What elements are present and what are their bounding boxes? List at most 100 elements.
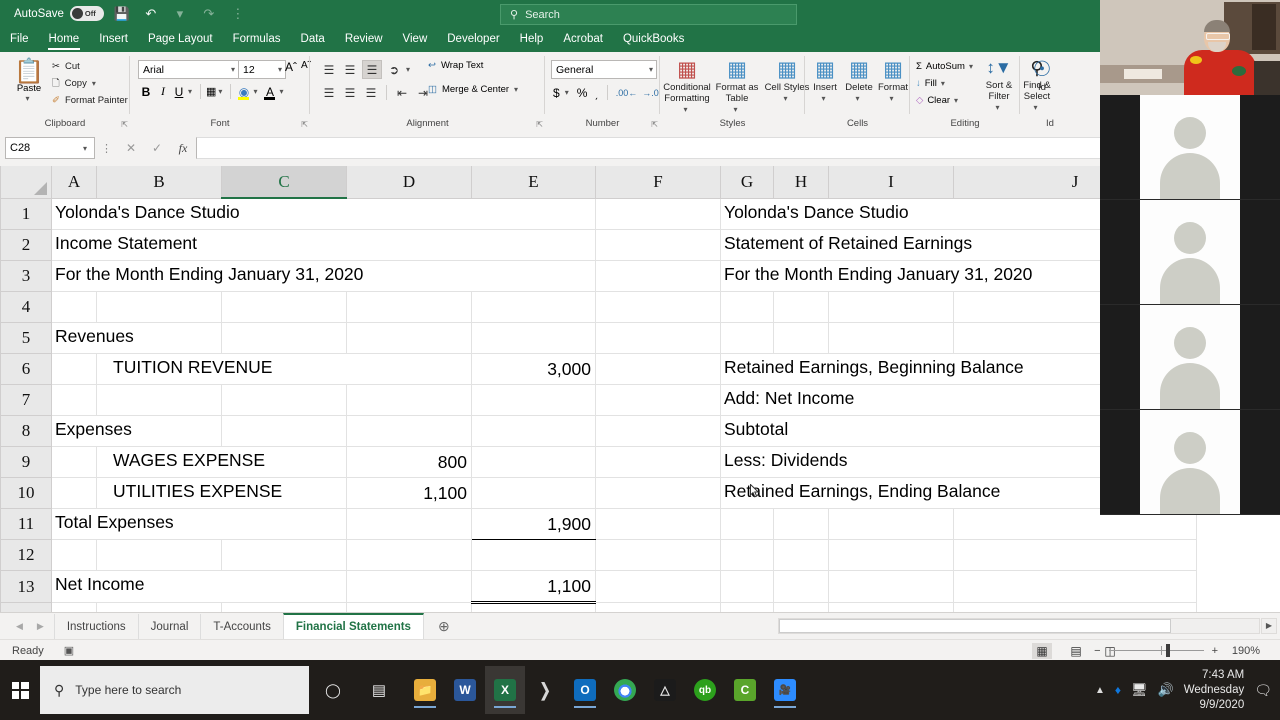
increase-font-size-icon[interactable]: Aˆ — [285, 60, 297, 74]
next-sheet-icon[interactable]: ▶ — [37, 621, 44, 632]
cell-e4[interactable] — [471, 291, 596, 323]
cell-f11[interactable] — [595, 508, 721, 540]
fill-chevron-down-icon[interactable]: ▾ — [941, 79, 945, 88]
add-sheet-icon[interactable]: ⊕ — [438, 618, 450, 635]
font-dialog-launcher-icon[interactable]: ⇱ — [301, 120, 308, 129]
number-dialog-launcher-icon[interactable]: ⇱ — [651, 120, 658, 129]
font-name-input[interactable]: Arial ▾ — [138, 60, 239, 79]
cell-a1[interactable]: Yolonda's Dance Studio — [51, 198, 596, 230]
align-middle-icon[interactable]: ☰ — [341, 61, 359, 78]
taskbar-app-acrobat[interactable]: △ — [645, 666, 685, 714]
cell-i13[interactable] — [828, 570, 954, 603]
zoom-in-button[interactable]: + — [1212, 645, 1218, 657]
increase-decimal-icon[interactable]: .00← — [616, 88, 638, 98]
row-header-7[interactable]: 7 — [0, 384, 52, 416]
undo-icon[interactable]: ↶ — [140, 3, 162, 25]
network-icon[interactable]: 🖥 — [1131, 682, 1148, 698]
percent-button[interactable]: % — [577, 86, 588, 100]
cell-g4[interactable] — [720, 291, 774, 323]
taskbar-app-file-explorer[interactable]: 📁 — [405, 666, 445, 714]
redo-icon[interactable]: ↷ — [198, 3, 220, 25]
row-header-13[interactable]: 13 — [0, 570, 52, 603]
cell-h13[interactable] — [773, 570, 829, 603]
column-header-e[interactable]: E — [471, 166, 596, 199]
cell-h11[interactable] — [773, 508, 829, 540]
customize-quick-access-icon[interactable]: ⋮ — [227, 3, 249, 25]
insert-cells-chevron-down-icon[interactable]: ▾ — [821, 93, 825, 104]
clear-chevron-down-icon[interactable]: ▾ — [954, 96, 958, 105]
row-header-10[interactable]: 10 — [0, 477, 52, 509]
cell-i17[interactable] — [828, 602, 954, 612]
column-header-i[interactable]: I — [828, 166, 954, 199]
cell-a13[interactable]: Net Income — [51, 570, 347, 603]
alignment-dialog-launcher-icon[interactable]: ⇱ — [536, 120, 543, 129]
copy-button[interactable]: 🗋 Copy ▾ — [52, 75, 128, 92]
cell-d11[interactable] — [346, 508, 472, 540]
tab-insert[interactable]: Insert — [89, 27, 138, 52]
cell-f10[interactable] — [595, 477, 721, 509]
select-all-corner[interactable] — [0, 166, 52, 199]
cell-d10[interactable]: 1,100 — [346, 477, 472, 509]
autosum-button[interactable]: Σ AutoSum ▾ — [916, 58, 976, 75]
previous-sheet-icon[interactable]: ◀ — [16, 621, 23, 632]
cell-a4[interactable] — [51, 291, 97, 323]
cell-f17[interactable] — [595, 602, 721, 612]
undo-dropdown-icon[interactable]: ▾ — [169, 3, 191, 25]
cell-c12[interactable] — [221, 539, 347, 571]
font-size-input[interactable]: 12 ▾ — [238, 60, 286, 79]
row-header-1[interactable]: 1 — [0, 197, 52, 230]
cell-i12[interactable] — [828, 539, 954, 571]
cell-g5[interactable] — [720, 322, 774, 354]
column-header-g[interactable]: G — [720, 166, 774, 199]
tab-view[interactable]: View — [393, 27, 438, 52]
name-box[interactable]: C28 ▾ — [5, 137, 95, 159]
sort-filter-chevron-down-icon[interactable]: ▾ — [995, 102, 999, 113]
row-header-5[interactable]: 5 — [0, 322, 52, 354]
hscroll-right-arrow[interactable]: ▶ — [1261, 618, 1277, 634]
merge-chevron-down-icon[interactable]: ▾ — [514, 85, 518, 94]
cell-c17[interactable] — [221, 602, 347, 612]
zoom-out-button[interactable]: − — [1094, 645, 1100, 657]
cell-g13[interactable] — [720, 570, 774, 603]
cell-i11[interactable] — [828, 508, 954, 540]
column-header-a[interactable]: A — [51, 166, 97, 199]
taskbar-app-outlook[interactable]: O — [565, 666, 605, 714]
row-header-8[interactable]: 8 — [0, 415, 52, 447]
macro-record-icon[interactable]: ▣ — [64, 644, 74, 657]
cell-b6[interactable]: TUITION REVENUE — [96, 353, 472, 385]
borders-chevron-down-icon[interactable]: ▾ — [218, 87, 222, 96]
autosave-toggle[interactable]: Off — [69, 6, 104, 21]
participant-tile-1[interactable] — [1100, 95, 1280, 200]
cell-e5[interactable] — [471, 322, 596, 354]
cell-b12[interactable] — [96, 539, 222, 571]
cell-f5[interactable] — [595, 322, 721, 354]
cell-d8[interactable] — [346, 415, 472, 447]
start-button[interactable] — [0, 660, 40, 720]
cell-b9[interactable]: WAGES EXPENSE — [96, 446, 347, 478]
column-header-c[interactable]: C — [221, 166, 347, 199]
clock[interactable]: 7:43 AM Wednesday 9/9/2020 — [1184, 668, 1245, 713]
font-name-chevron-down-icon[interactable]: ▾ — [231, 65, 235, 74]
participant-tile-3[interactable] — [1100, 305, 1280, 410]
cell-a7[interactable] — [51, 384, 97, 416]
cell-a10[interactable] — [51, 477, 97, 509]
participant-list[interactable] — [1100, 95, 1280, 515]
zoom-slider-handle[interactable] — [1165, 644, 1170, 657]
cell-d12[interactable] — [346, 539, 472, 571]
taskbar-app-webex[interactable]: ❭ — [525, 666, 565, 714]
number-format-select[interactable]: General ▾ — [551, 60, 657, 79]
insert-function-icon[interactable]: fx — [170, 141, 196, 156]
italic-button[interactable]: I — [156, 84, 170, 99]
align-top-icon[interactable]: ☰ — [320, 61, 338, 78]
borders-icon[interactable]: ▦ — [206, 85, 216, 98]
tab-quickbooks[interactable]: QuickBooks — [613, 27, 694, 52]
sheet-tab-t-accounts[interactable]: T-Accounts — [200, 613, 283, 640]
format-cells-button[interactable]: ▦ Format ▾ — [877, 58, 909, 104]
cell-c8[interactable] — [221, 415, 347, 447]
zoom-level-label[interactable]: 190% — [1226, 645, 1260, 657]
underline-button[interactable]: U — [172, 85, 186, 99]
name-box-chevron-down-icon[interactable]: ▾ — [83, 144, 87, 153]
cell-f3[interactable] — [595, 260, 721, 292]
delete-cells-button[interactable]: ▦ Delete ▾ — [843, 58, 875, 104]
cell-a3[interactable]: For the Month Ending January 31, 2020 — [51, 260, 596, 292]
